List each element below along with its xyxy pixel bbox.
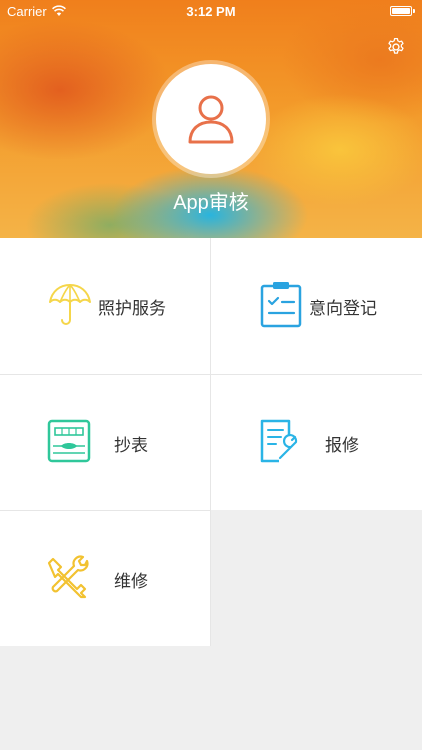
menu-item-label: 维修 <box>114 572 148 591</box>
settings-gear-icon[interactable] <box>386 37 406 57</box>
menu-item-label: 抄表 <box>114 436 148 455</box>
menu-item-intent-registration[interactable]: 意向登记 <box>211 238 422 374</box>
battery-icon <box>390 6 415 16</box>
clock: 3:12 PM <box>186 4 236 19</box>
repair-document-icon <box>260 419 298 463</box>
menu-item-label: 报修 <box>325 436 359 455</box>
menu-item-maintenance[interactable]: 维修 <box>0 510 211 646</box>
tools-icon <box>47 555 89 599</box>
profile-header: Carrier 3:12 PM App审核 <box>0 0 422 238</box>
menu-item-label: 照护服务 <box>98 299 166 318</box>
profile-name: App审核 <box>173 192 249 214</box>
status-bar: Carrier 3:12 PM <box>0 0 422 24</box>
menu-item-repair-request[interactable]: 报修 <box>211 374 422 510</box>
umbrella-icon <box>49 284 91 325</box>
menu-item-meter-reading[interactable]: 抄表 <box>0 374 211 510</box>
user-icon <box>188 95 234 144</box>
meter-icon <box>47 419 91 463</box>
avatar[interactable] <box>156 64 266 174</box>
clipboard-icon <box>260 282 302 328</box>
menu-item-care-service[interactable]: 照护服务 <box>0 238 211 374</box>
menu-item-label: 意向登记 <box>309 299 377 318</box>
